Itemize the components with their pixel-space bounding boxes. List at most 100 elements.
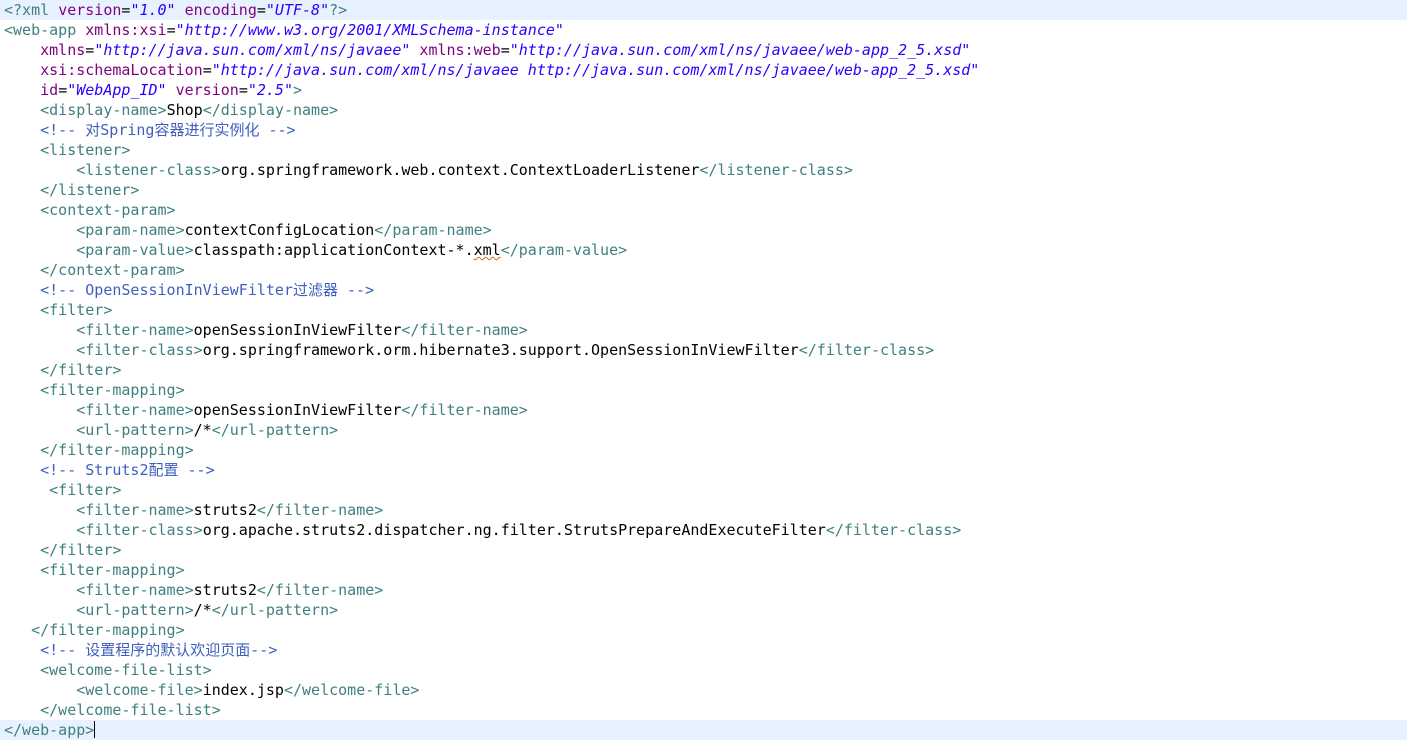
code-line[interactable]: <param-name>contextConfigLocation</param… xyxy=(4,220,1407,240)
xml-tag-token: <filter-mapping> xyxy=(40,381,185,399)
xml-tag-token: </filter-mapping> xyxy=(40,441,194,459)
xml-tag-token: <filter-name> xyxy=(76,321,194,339)
xml-tag-token: <filter> xyxy=(40,301,113,319)
xml-tag-token: <filter> xyxy=(49,481,122,499)
xml-tag-token: </filter-class> xyxy=(798,341,935,359)
text-token: = xyxy=(238,81,248,99)
code-line[interactable]: <filter-name>struts2</filter-name> xyxy=(4,580,1407,600)
xml-code-editor[interactable]: <?xml version="1.0" encoding="UTF-8"?> <w… xyxy=(0,0,1407,740)
code-line[interactable]: </filter> xyxy=(4,540,1407,560)
xml-tag-token: <filter-name> xyxy=(76,501,194,519)
text-token: struts2 xyxy=(193,501,257,519)
text-token: classpath:applicationContext-*. xyxy=(193,241,474,259)
text-token: = xyxy=(166,21,176,39)
code-line[interactable]: </listener> xyxy=(4,180,1407,200)
text-token: /* xyxy=(193,421,212,439)
code-line[interactable]: <param-value>classpath:applicationContex… xyxy=(4,240,1407,260)
code-line[interactable]: </welcome-file-list> xyxy=(4,700,1407,720)
xml-tag-token: ?> xyxy=(329,1,348,19)
code-line[interactable]: <web-app xmlns:xsi="http://www.w3.org/20… xyxy=(4,20,1407,40)
code-line[interactable]: </filter-mapping> xyxy=(4,620,1407,640)
code-line[interactable]: <!-- 设置程序的默认欢迎页面--> xyxy=(4,640,1407,660)
code-line[interactable]: <welcome-file>index.jsp</welcome-file> xyxy=(4,680,1407,700)
xml-comment-token: <!-- OpenSessionInViewFilter过滤器 --> xyxy=(40,281,375,299)
xml-tag-token: <listener> xyxy=(40,141,131,159)
xml-tag-token: <filter-mapping> xyxy=(40,561,185,579)
xml-tag-token: <welcome-file-list> xyxy=(40,661,212,679)
code-line[interactable]: <welcome-file-list> xyxy=(4,660,1407,680)
code-line[interactable]: </filter-mapping> xyxy=(4,440,1407,460)
text-token: org.springframework.web.context.ContextL… xyxy=(220,161,700,179)
code-line[interactable]: <filter-mapping> xyxy=(4,380,1407,400)
code-line[interactable]: xmlns="http://java.sun.com/xml/ns/javaee… xyxy=(4,40,1407,60)
xml-tag-token: </welcome-file-list> xyxy=(40,701,221,719)
text-token: = xyxy=(500,41,510,59)
code-line[interactable]: <url-pattern>/*</url-pattern> xyxy=(4,600,1407,620)
xml-value-token: "http://www.w3.org/2001/XMLSchema-instan… xyxy=(175,21,564,39)
xml-tag-token: > xyxy=(293,81,303,99)
text-token: = xyxy=(85,41,95,59)
xml-tag-token: <welcome-file> xyxy=(76,681,203,699)
xml-attribute-token: id xyxy=(40,81,59,99)
xml-value-token: "UTF-8" xyxy=(265,1,330,19)
code-line[interactable]: </context-param> xyxy=(4,260,1407,280)
xml-tag-token: </filter> xyxy=(40,541,122,559)
xml-comment-token: <!-- 对Spring容器进行实例化 --> xyxy=(40,121,296,139)
xml-tag-token: </filter-name> xyxy=(256,501,384,519)
xml-tag-token: </filter> xyxy=(40,361,122,379)
xml-comment-token: <!-- 设置程序的默认欢迎页面--> xyxy=(40,641,278,659)
code-line[interactable]: <listener> xyxy=(4,140,1407,160)
code-line[interactable]: <filter-name>struts2</filter-name> xyxy=(4,500,1407,520)
xml-value-token: "1.0" xyxy=(130,1,176,19)
xml-value-token: "http://java.sun.com/xml/ns/javaee http:… xyxy=(211,61,980,79)
code-line[interactable]: <!-- 对Spring容器进行实例化 --> xyxy=(4,120,1407,140)
xml-tag-token: </display-name> xyxy=(202,101,339,119)
xml-tag-token: <filter-name> xyxy=(76,581,194,599)
code-line[interactable]: <filter-class>org.springframework.orm.hi… xyxy=(4,340,1407,360)
code-line[interactable]: <filter-name>openSessionInViewFilter</fi… xyxy=(4,320,1407,340)
code-line[interactable]: <filter> xyxy=(4,480,1407,500)
code-line[interactable]: </filter> xyxy=(4,360,1407,380)
text-token: /* xyxy=(193,601,212,619)
xml-tag-token: <filter-name> xyxy=(76,401,194,419)
code-line[interactable]: id="WebApp_ID" version="2.5"> xyxy=(4,80,1407,100)
xml-tag-token: <param-value> xyxy=(76,241,194,259)
code-line[interactable]: <display-name>Shop</display-name> xyxy=(4,100,1407,120)
code-line[interactable]: <!-- OpenSessionInViewFilter过滤器 --> xyxy=(4,280,1407,300)
xml-tag-token: </welcome-file> xyxy=(283,681,420,699)
code-line[interactable]: <listener-class>org.springframework.web.… xyxy=(4,160,1407,180)
code-line[interactable]: xsi:schemaLocation="http://java.sun.com/… xyxy=(4,60,1407,80)
code-line[interactable]: </web-app> xyxy=(0,720,1407,740)
code-line[interactable]: <filter-mapping> xyxy=(4,560,1407,580)
code-line[interactable]: <url-pattern>/*</url-pattern> xyxy=(4,420,1407,440)
code-line[interactable]: <filter> xyxy=(4,300,1407,320)
code-line[interactable]: <context-param> xyxy=(4,200,1407,220)
text-token: Shop xyxy=(166,101,203,119)
code-line[interactable]: <filter-class>org.apache.struts2.dispatc… xyxy=(4,520,1407,540)
xml-value-token: "http://java.sun.com/xml/ns/javaee" xyxy=(94,41,411,59)
code-line[interactable]: <?xml version="1.0" encoding="UTF-8"?> xyxy=(0,0,1407,20)
code-line[interactable]: <!-- Struts2配置 --> xyxy=(4,460,1407,480)
xml-tag-token: </param-value> xyxy=(500,241,628,259)
xml-attribute-token: version xyxy=(175,81,239,99)
xml-value-token: "2.5" xyxy=(247,81,293,99)
code-line[interactable]: <filter-name>openSessionInViewFilter</fi… xyxy=(4,400,1407,420)
